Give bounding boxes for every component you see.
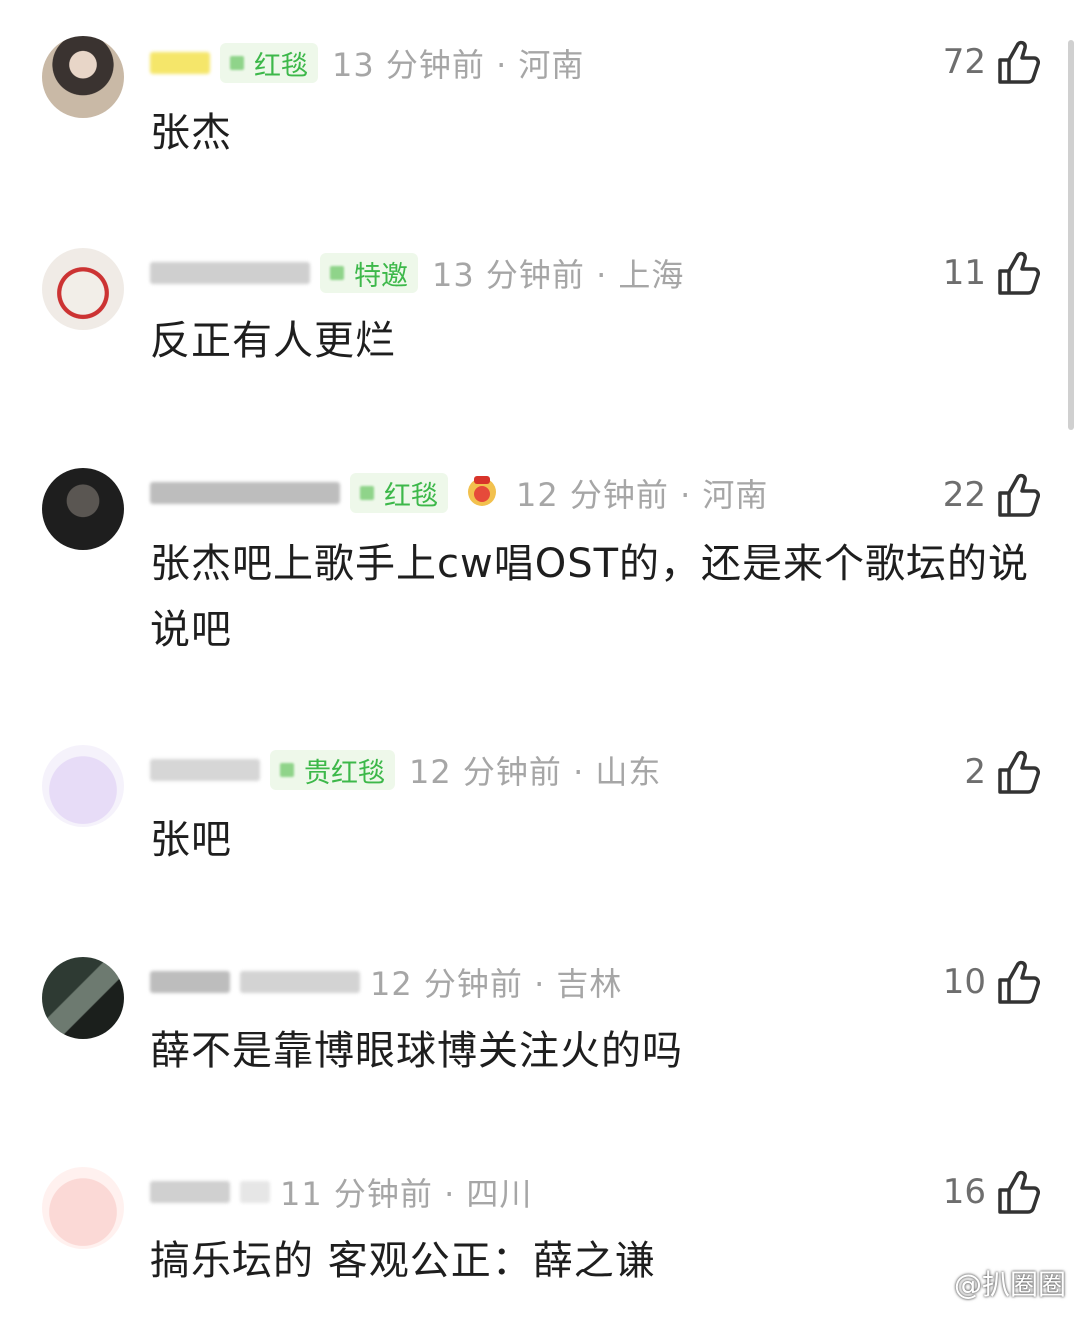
comment-meta: 红毯 13 分钟前 · 河南 [150,38,584,88]
watermark: @扒圈圈 [914,1263,1066,1303]
redacted-badge [240,1181,270,1203]
like-count: 22 [942,475,986,515]
user-badge: 红毯 [350,473,448,513]
thumbs-up-icon [998,40,1040,84]
comment-time-location: 13 分钟前 · 上海 [432,256,685,294]
thumbs-up-icon [998,473,1040,517]
comment-time-location: 12 分钟前 · 吉林 [370,965,623,1003]
mascot-icon [468,476,496,506]
comment-meta: 红毯 12 分钟前 · 河南 [150,468,768,518]
comment-time-location: 12 分钟前 · 山东 [409,753,662,791]
avatar[interactable] [42,1167,124,1249]
comment-meta: 特邀 13 分钟前 · 上海 [150,248,684,298]
comment-text: 薛不是靠博眼球博关注火的吗 [150,1028,683,1074]
redacted-username [150,52,210,74]
comment-text: 搞乐坛的 客观公正：薛之谦 [150,1238,656,1284]
watermark-text: @扒圈圈 [953,1268,1066,1301]
redacted-username [150,1181,230,1203]
comment-time-location: 13 分钟前 · 河南 [332,46,585,84]
like-count: 11 [942,253,986,293]
thumbs-up-icon [998,960,1040,1004]
redacted-username [150,759,260,781]
redacted-username [150,971,230,993]
user-badge: 红毯 [220,43,318,83]
thumbs-up-icon [998,1170,1040,1214]
like-button[interactable]: 10 [943,952,1040,1012]
user-badge: 贵红毯 [270,750,395,790]
like-button[interactable]: 11 [943,243,1040,303]
comment-text: 张杰吧上歌手上cw唱OST的，还是来个歌坛的说说吧 [150,541,1030,653]
thumbs-up-icon [998,251,1040,295]
redacted-badge [240,971,360,993]
comment-text: 张杰 [150,110,232,156]
like-count: 72 [942,42,986,82]
redacted-username [150,262,310,284]
like-count: 10 [942,962,986,1002]
comment-text: 反正有人更烂 [150,318,396,364]
user-badge: 特邀 [320,253,418,293]
avatar[interactable] [42,957,124,1039]
weibo-logo-icon [914,1271,947,1297]
like-count: 2 [964,752,986,792]
scrollbar[interactable] [1068,40,1074,430]
like-button[interactable]: 22 [943,465,1040,525]
avatar[interactable] [42,36,124,118]
avatar[interactable] [42,248,124,330]
like-button[interactable]: 2 [964,742,1040,802]
like-count: 16 [942,1172,986,1212]
comment-time-location: 12 分钟前 · 河南 [516,476,769,514]
like-button[interactable]: 72 [943,32,1040,92]
avatar[interactable] [42,745,124,827]
comment-time-location: 11 分钟前 · 四川 [280,1175,533,1213]
comment-meta: 11 分钟前 · 四川 [150,1167,532,1217]
thumbs-up-icon [998,750,1040,794]
avatar[interactable] [42,468,124,550]
comment-meta: 贵红毯 12 分钟前 · 山东 [150,745,661,795]
like-button[interactable]: 16 [943,1162,1040,1222]
redacted-username [150,482,340,504]
comment-text: 张吧 [150,817,232,863]
comment-meta: 12 分钟前 · 吉林 [150,957,622,1007]
